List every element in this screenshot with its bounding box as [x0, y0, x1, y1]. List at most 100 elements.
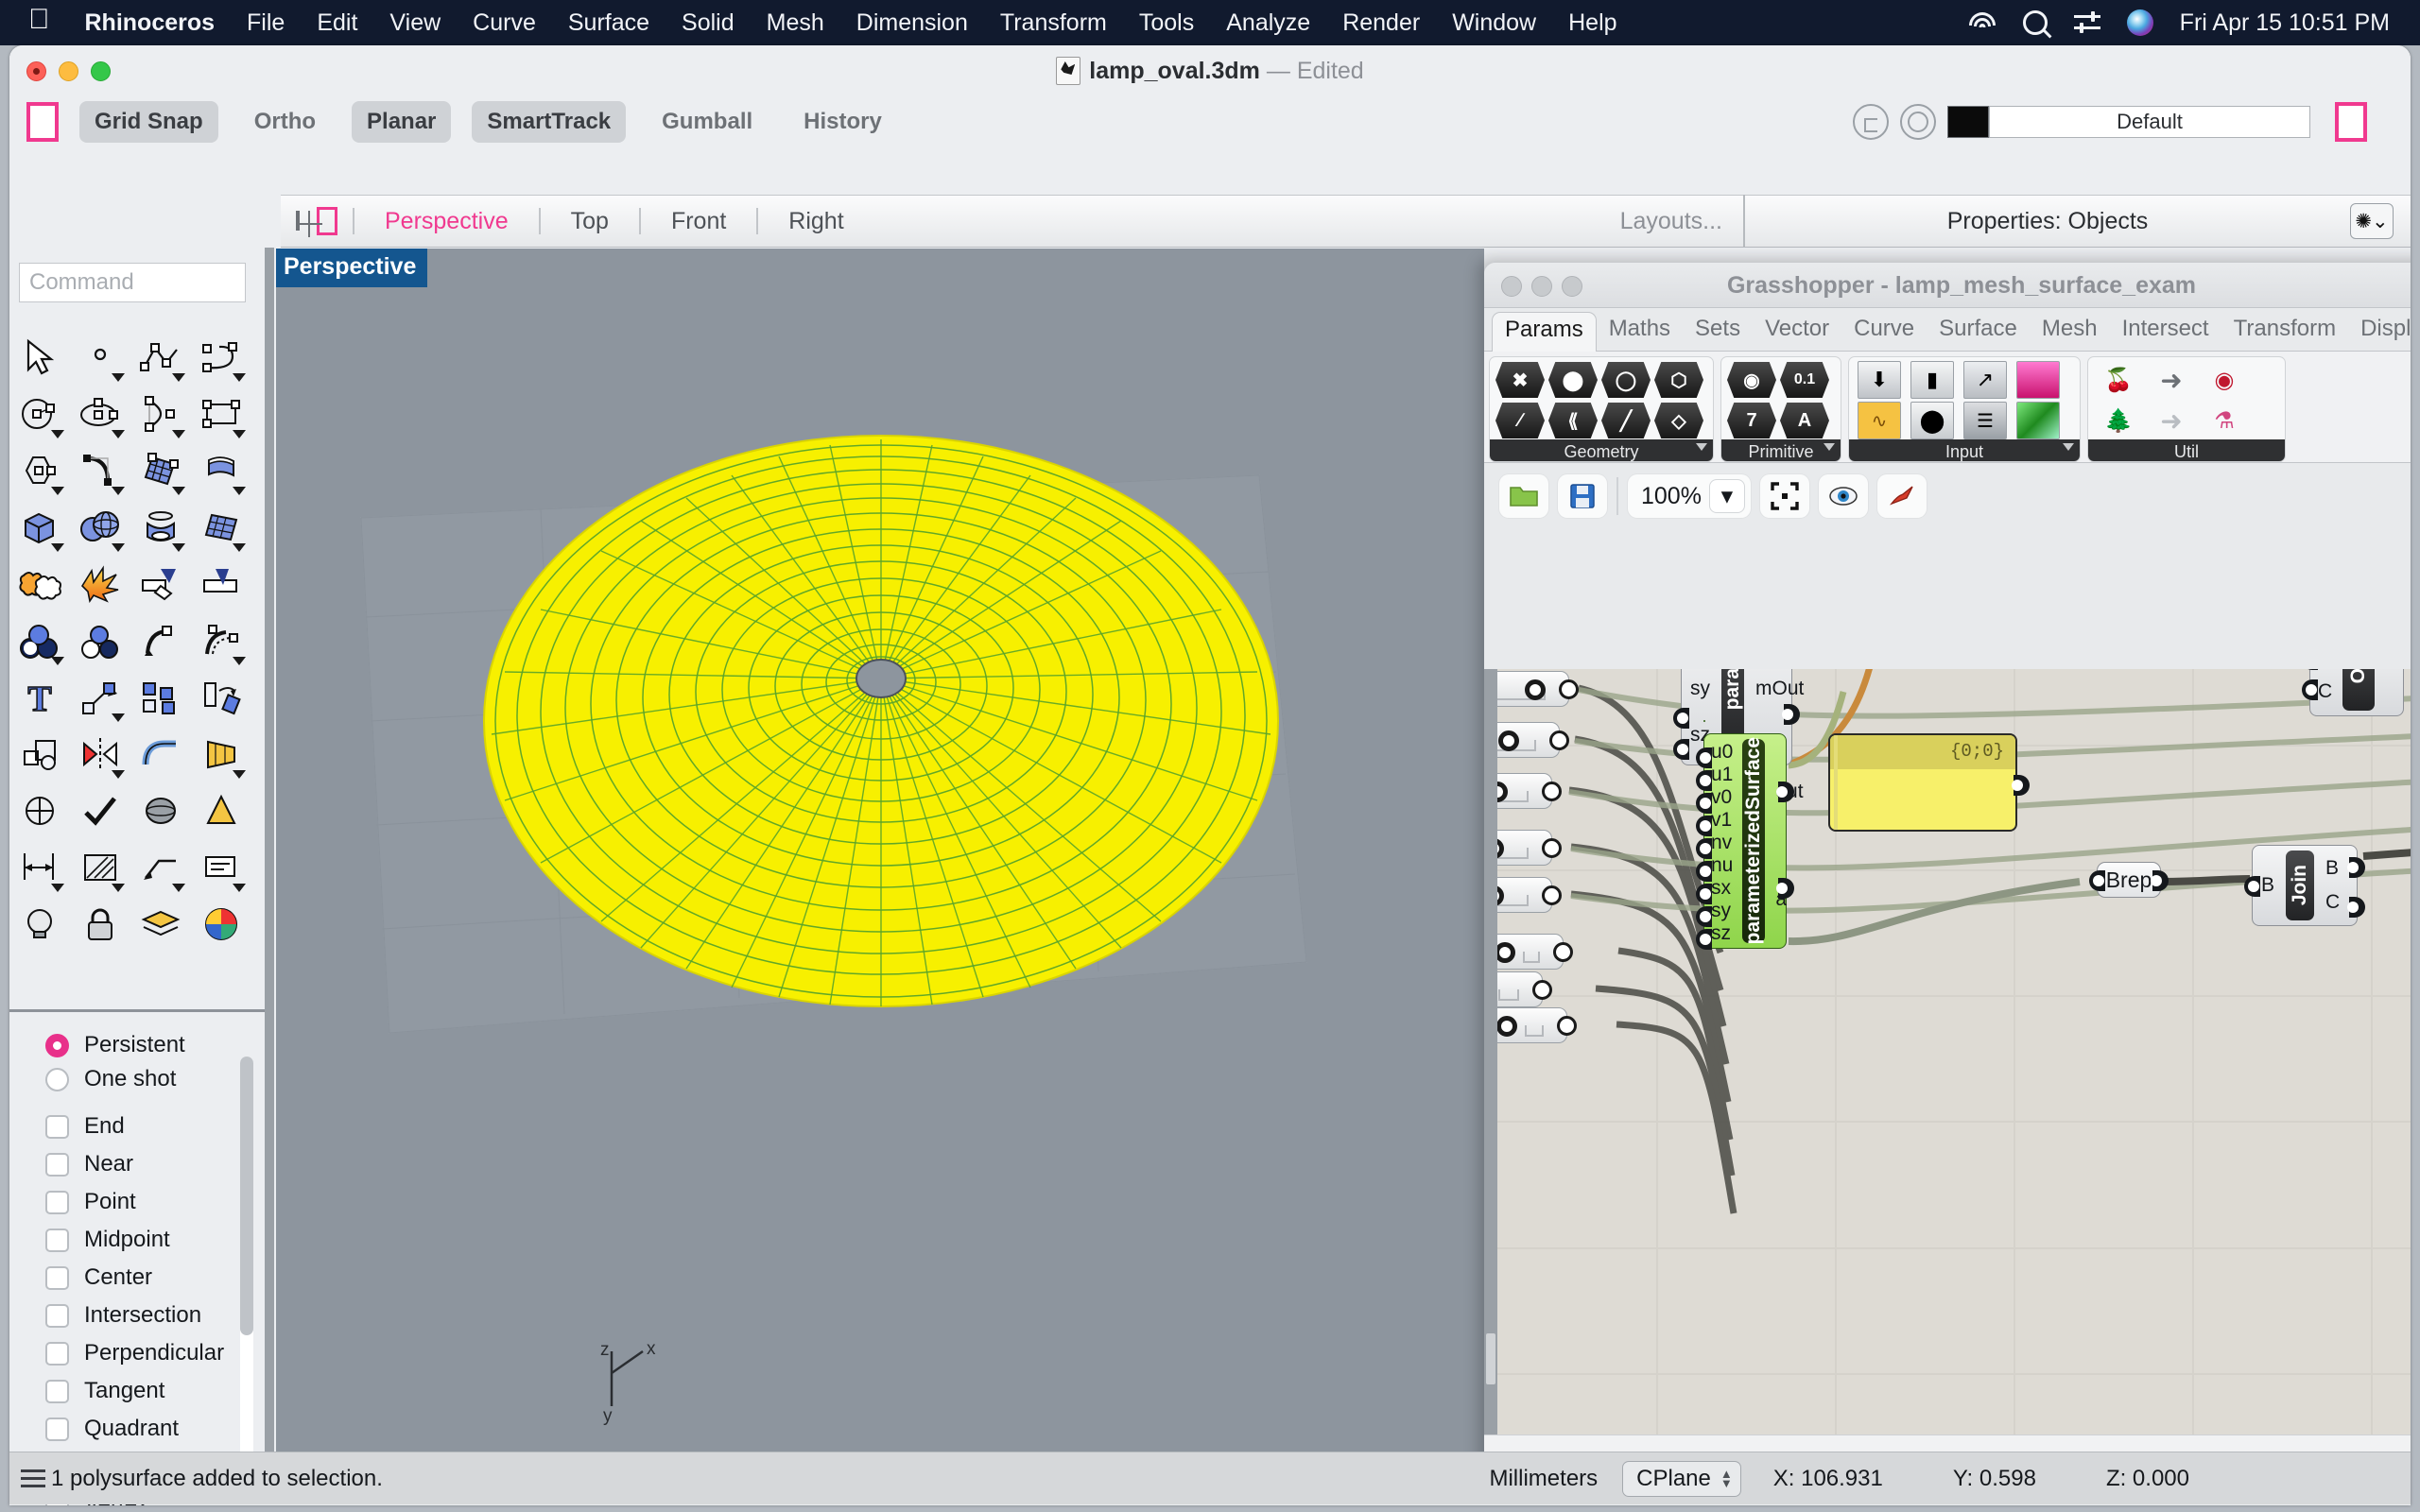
chevron-down-icon[interactable]: [1696, 443, 1707, 451]
grasshopper-titlebar[interactable]: Grasshopper - lamp_mesh_surface_exam: [1484, 263, 2411, 308]
scale-icon[interactable]: [9, 726, 70, 782]
material-name[interactable]: Default: [1989, 106, 2310, 138]
wifi-icon[interactable]: [1955, 12, 2010, 33]
osnap-quadrant[interactable]: Quadrant: [45, 1416, 265, 1442]
ellipse-icon[interactable]: [70, 386, 130, 442]
hatch-icon[interactable]: [70, 839, 130, 896]
join-node[interactable]: B Join B C: [2252, 845, 2358, 926]
box-icon[interactable]: [9, 499, 70, 556]
layer-color-swatch[interactable]: [26, 102, 59, 142]
x-geometry-icon[interactable]: ✖: [1494, 361, 1547, 399]
brep-param-node[interactable]: Brep: [2097, 862, 2161, 898]
flask-icon[interactable]: ⚗: [2198, 402, 2251, 439]
cluster-icon[interactable]: ◉: [2198, 361, 2251, 399]
panel-resize-handle[interactable]: [265, 248, 274, 1495]
osnap-mode-persistent[interactable]: Persistent: [45, 1032, 265, 1058]
four-view-layout-icon[interactable]: [296, 213, 300, 230]
osnap-vertical-scrollbar[interactable]: [240, 1057, 253, 1463]
menu-icon[interactable]: [21, 1469, 45, 1488]
taper-icon[interactable]: [191, 726, 251, 782]
slider-icon[interactable]: ⬇: [1853, 361, 1906, 399]
floppy-save-icon[interactable]: [1558, 474, 1607, 518]
grasshopper-canvas[interactable]: 0.000 00 0.000 sx sy sz: [1484, 669, 2411, 1463]
point-icon[interactable]: [70, 329, 130, 386]
panel-icon[interactable]: ∿: [1853, 402, 1906, 439]
layouts-button[interactable]: Layouts...: [1620, 208, 1743, 235]
area-icon[interactable]: [191, 782, 251, 839]
gear-icon[interactable]: ✺⌄: [2350, 203, 2394, 239]
surface-from-points-icon[interactable]: [130, 442, 191, 499]
arrow-right-icon[interactable]: ➜: [2145, 361, 2198, 399]
menu-item-mesh[interactable]: Mesh: [751, 9, 840, 37]
chevron-down-icon[interactable]: [2063, 443, 2074, 451]
offset-curve-icon[interactable]: [130, 612, 191, 669]
gh-tab-intersect[interactable]: Intersect: [2110, 312, 2221, 351]
gh-tab-vector[interactable]: Vector: [1753, 312, 1841, 351]
leader-icon[interactable]: [130, 839, 191, 896]
line-geometry-icon[interactable]: ╱: [1599, 402, 1652, 439]
search-icon[interactable]: [2010, 10, 2061, 35]
polygon-icon[interactable]: [9, 442, 70, 499]
circle-geometry-icon[interactable]: ⬤: [1547, 361, 1599, 399]
distance-icon[interactable]: [9, 782, 70, 839]
volume-icon[interactable]: [130, 782, 191, 839]
menu-item-help[interactable]: Help: [1552, 9, 1633, 37]
osnap-perpendicular[interactable]: Perpendicular: [45, 1340, 265, 1366]
patch-surface-icon[interactable]: [191, 499, 251, 556]
knob-icon[interactable]: ⬤: [1906, 402, 1959, 439]
explode-icon[interactable]: [70, 556, 130, 612]
stepper-icon[interactable]: ▲▼: [1720, 1469, 1733, 1488]
brep-geometry-icon[interactable]: ⬡: [1652, 361, 1705, 399]
toggle-smarttrack[interactable]: SmartTrack: [472, 101, 626, 143]
osnap-point[interactable]: Point: [45, 1189, 265, 1215]
gradient-icon[interactable]: [2012, 361, 2065, 399]
circle-icon[interactable]: [9, 386, 70, 442]
button-icon[interactable]: ▮: [1906, 361, 1959, 399]
canvas-scroll-handle[interactable]: [1485, 1332, 1496, 1385]
extrude-surface-icon[interactable]: [191, 442, 251, 499]
box-geometry-icon[interactable]: ▣: [1713, 361, 1714, 399]
fillet-curve-icon[interactable]: [70, 442, 130, 499]
layer-icon[interactable]: [130, 896, 191, 953]
gh-tab-sets[interactable]: Sets: [1683, 312, 1753, 351]
gh-tab-params[interactable]: Params: [1492, 312, 1597, 352]
array-icon[interactable]: [130, 669, 191, 726]
viewport-tab-perspective[interactable]: Perspective: [370, 208, 524, 235]
rotate-icon[interactable]: [191, 669, 251, 726]
command-input[interactable]: Command: [19, 263, 246, 302]
annotate-icon[interactable]: [191, 839, 251, 896]
surface-geometry-icon[interactable]: ◯: [1599, 361, 1652, 399]
arc-geometry-icon[interactable]: ⟪: [1547, 402, 1599, 439]
menubar-clock[interactable]: Fri Apr 15 10:51 PM: [2167, 9, 2403, 37]
properties-layer-swatch[interactable]: [2335, 102, 2367, 142]
menu-item-rhinoceros[interactable]: Rhinoceros: [69, 9, 232, 37]
gh-tab-maths[interactable]: Maths: [1597, 312, 1683, 351]
gh-tab-display[interactable]: Display: [2348, 312, 2411, 351]
apple-icon[interactable]: : [28, 6, 50, 34]
zoom-level-select[interactable]: 100% ▾: [1628, 474, 1751, 518]
zoom-to-fit-icon[interactable]: [1760, 474, 1809, 518]
menu-item-surface[interactable]: Surface: [552, 9, 666, 37]
viewport-name-label[interactable]: Perspective: [276, 249, 427, 287]
menu-item-curve[interactable]: Curve: [457, 9, 552, 37]
color-wheel-icon[interactable]: [191, 896, 251, 953]
toggle-ortho[interactable]: Ortho: [239, 101, 331, 143]
gh-tab-curve[interactable]: Curve: [1841, 312, 1927, 351]
control-center-icon[interactable]: [2061, 12, 2114, 33]
viewport-tab-top[interactable]: Top: [556, 208, 624, 235]
osnap-mode-one-shot[interactable]: One shot: [45, 1066, 265, 1092]
toggle-grid-snap[interactable]: Grid Snap: [79, 101, 218, 143]
panel-node[interactable]: {0;0}: [1828, 733, 2017, 832]
menu-item-edit[interactable]: Edit: [301, 9, 373, 37]
menu-item-solid[interactable]: Solid: [666, 9, 751, 37]
sphere-boolean-icon[interactable]: [70, 499, 130, 556]
arc-icon[interactable]: [130, 386, 191, 442]
boolean-param-icon[interactable]: ◉: [1725, 361, 1778, 399]
material-color-swatch[interactable]: [1947, 106, 1989, 138]
select-arrow-icon[interactable]: [9, 329, 70, 386]
open-folder-icon[interactable]: [1499, 474, 1548, 518]
cplane-selector[interactable]: CPlane ▲▼: [1622, 1461, 1741, 1497]
trim-icon[interactable]: [130, 556, 191, 612]
boolean-split-icon[interactable]: [70, 612, 130, 669]
bend-icon[interactable]: [130, 726, 191, 782]
